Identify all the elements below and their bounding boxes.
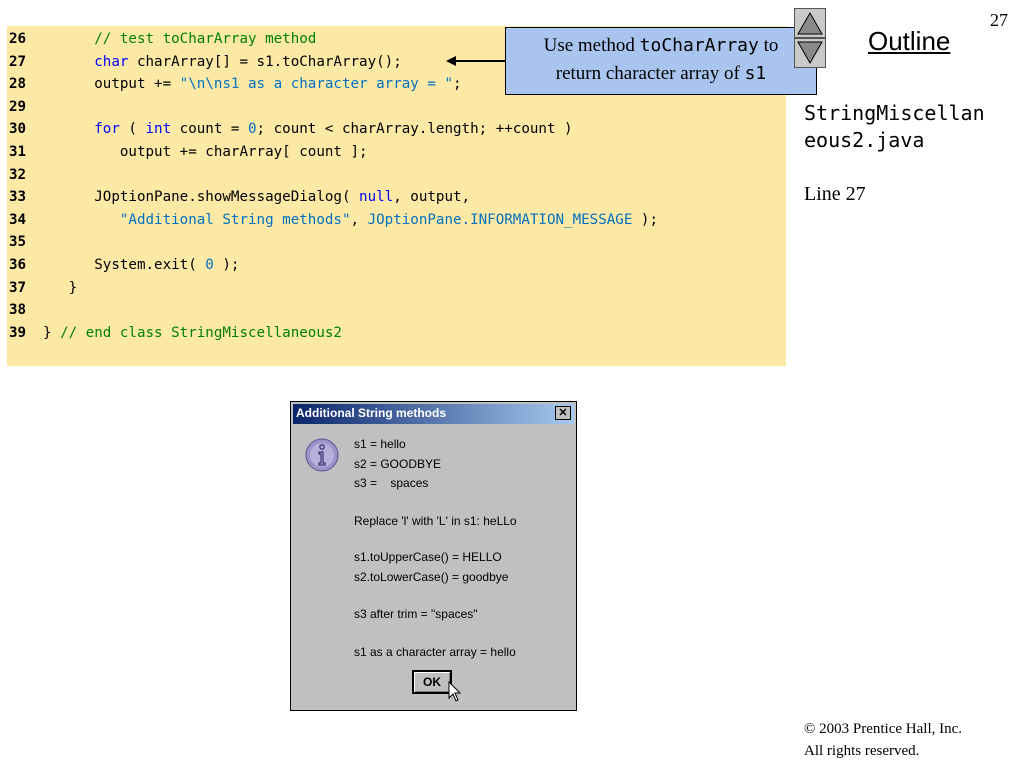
copyright: © 2003 Prentice Hall, Inc. All rights re… bbox=[804, 718, 962, 762]
filename-label: StringMiscellan eous2.java bbox=[804, 100, 1016, 154]
info-icon bbox=[305, 438, 339, 472]
code-token: ); bbox=[213, 257, 240, 273]
line-number: 28 bbox=[9, 76, 27, 93]
code-token: ); bbox=[632, 211, 659, 228]
dialog-titlebar[interactable]: Additional String methods ✕ bbox=[293, 404, 574, 424]
code-text: // test toCharArray method bbox=[43, 28, 316, 50]
copyright-line-1: © 2003 Prentice Hall, Inc. bbox=[804, 721, 963, 737]
message-line: Replace 'l' with 'L' in s1: heLLo bbox=[354, 514, 517, 528]
triangle-up-icon bbox=[797, 11, 823, 35]
message-line: s1.toUpperCase() = HELLO bbox=[354, 550, 502, 564]
line-number: 38 bbox=[9, 302, 27, 319]
code-text: } bbox=[43, 277, 78, 299]
copyright-line-2: All rights reserved. bbox=[804, 743, 920, 759]
next-slide-button[interactable] bbox=[794, 38, 826, 68]
line-number: 26 bbox=[9, 31, 27, 47]
line-number: 37 bbox=[9, 279, 27, 296]
code-text: System.exit( 0 ); bbox=[43, 254, 239, 276]
line-number: 33 bbox=[9, 189, 27, 206]
callout-arrow-head bbox=[446, 56, 456, 66]
callout-arrow-line bbox=[452, 60, 505, 62]
code-token: ; bbox=[453, 76, 462, 93]
code-token: // end class StringMiscellaneous2 bbox=[60, 324, 342, 341]
line-number: 27 bbox=[9, 53, 27, 70]
callout-text-1: Use method bbox=[543, 35, 640, 56]
callout-box: Use method toCharArray to return charact… bbox=[505, 27, 817, 95]
callout-code-1: toCharArray bbox=[639, 35, 759, 56]
outline-link[interactable]: Outline bbox=[868, 26, 950, 57]
message-line: s2.toLowerCase() = goodbye bbox=[354, 570, 509, 584]
line-reference: Line 27 bbox=[804, 183, 866, 205]
code-token: count = bbox=[171, 121, 248, 138]
code-token: JOptionPane.showMessageDialog( bbox=[43, 189, 360, 206]
code-token: ; count < charArray.length; ++count ) bbox=[256, 121, 573, 138]
code-text: "Additional String methods", JOptionPane… bbox=[43, 209, 658, 231]
line-number: 36 bbox=[9, 257, 27, 273]
line-number: 30 bbox=[9, 121, 27, 138]
code-token: } bbox=[43, 279, 78, 296]
dialog-title: Additional String methods bbox=[296, 406, 446, 420]
line-number: 35 bbox=[9, 234, 27, 251]
code-token: output += charArray[ count ]; bbox=[43, 144, 368, 160]
page-number: 27 bbox=[990, 10, 1008, 30]
callout-text-2: to bbox=[758, 35, 779, 56]
mouse-pointer-icon bbox=[448, 681, 462, 702]
close-button[interactable]: ✕ bbox=[555, 406, 571, 420]
message-line: s3 after trim = "spaces" bbox=[354, 607, 478, 621]
line-number: 31 bbox=[9, 144, 27, 160]
callout-code-2: s1 bbox=[744, 63, 767, 84]
line-number: 39 bbox=[9, 324, 27, 341]
code-token: 0 bbox=[248, 121, 257, 138]
code-text: } // end class StringMiscellaneous2 bbox=[43, 322, 342, 344]
code-token: ( bbox=[119, 121, 146, 138]
message-line: s1 as a character array = hello bbox=[354, 645, 516, 659]
filename-line-1: StringMiscellan bbox=[804, 101, 985, 125]
code-text: JOptionPane.showMessageDialog( null, out… bbox=[43, 186, 470, 208]
previous-slide-button[interactable] bbox=[794, 8, 826, 38]
code-token: "\n\ns1 as a character array = " bbox=[179, 76, 454, 93]
code-text: char charArray[] = s1.toCharArray(); bbox=[43, 51, 402, 73]
line-number: 34 bbox=[9, 211, 27, 228]
code-token: JOptionPane.INFORMATION_MESSAGE bbox=[367, 211, 633, 228]
code-text: output += "\n\ns1 as a character array =… bbox=[43, 73, 462, 95]
code-token: null bbox=[359, 189, 394, 206]
code-token: , output, bbox=[393, 189, 471, 206]
code-token: "Additional String methods" bbox=[119, 211, 351, 228]
code-token: } bbox=[43, 324, 61, 341]
ok-button[interactable]: OK bbox=[412, 670, 452, 694]
code-token: int bbox=[145, 121, 172, 138]
code-token: char bbox=[94, 53, 129, 70]
code-token: // test toCharArray method bbox=[94, 31, 317, 47]
code-token: output += bbox=[43, 76, 180, 93]
line-number: 29 bbox=[9, 98, 27, 115]
callout-text-3: return character array of bbox=[555, 63, 745, 84]
line-number: 32 bbox=[9, 166, 27, 183]
code-text: output += charArray[ count ]; bbox=[43, 141, 368, 163]
code-token: charArray[] = s1.toCharArray(); bbox=[128, 53, 402, 70]
code-text: for ( int count = 0; count < charArray.l… bbox=[43, 118, 573, 140]
triangle-down-icon bbox=[797, 41, 823, 65]
message-line: s1 = hello bbox=[354, 437, 406, 451]
message-line: s2 = GOODBYE bbox=[354, 457, 442, 471]
code-token: System.exit( bbox=[43, 257, 206, 273]
code-token: for bbox=[94, 121, 120, 138]
code-token: 0 bbox=[205, 257, 214, 273]
filename-line-2: eous2.java bbox=[804, 128, 925, 152]
message-dialog: Additional String methods ✕ s1 = hello s… bbox=[290, 401, 577, 711]
code-token: , bbox=[350, 211, 368, 228]
message-line: s3 = spaces bbox=[354, 476, 429, 490]
